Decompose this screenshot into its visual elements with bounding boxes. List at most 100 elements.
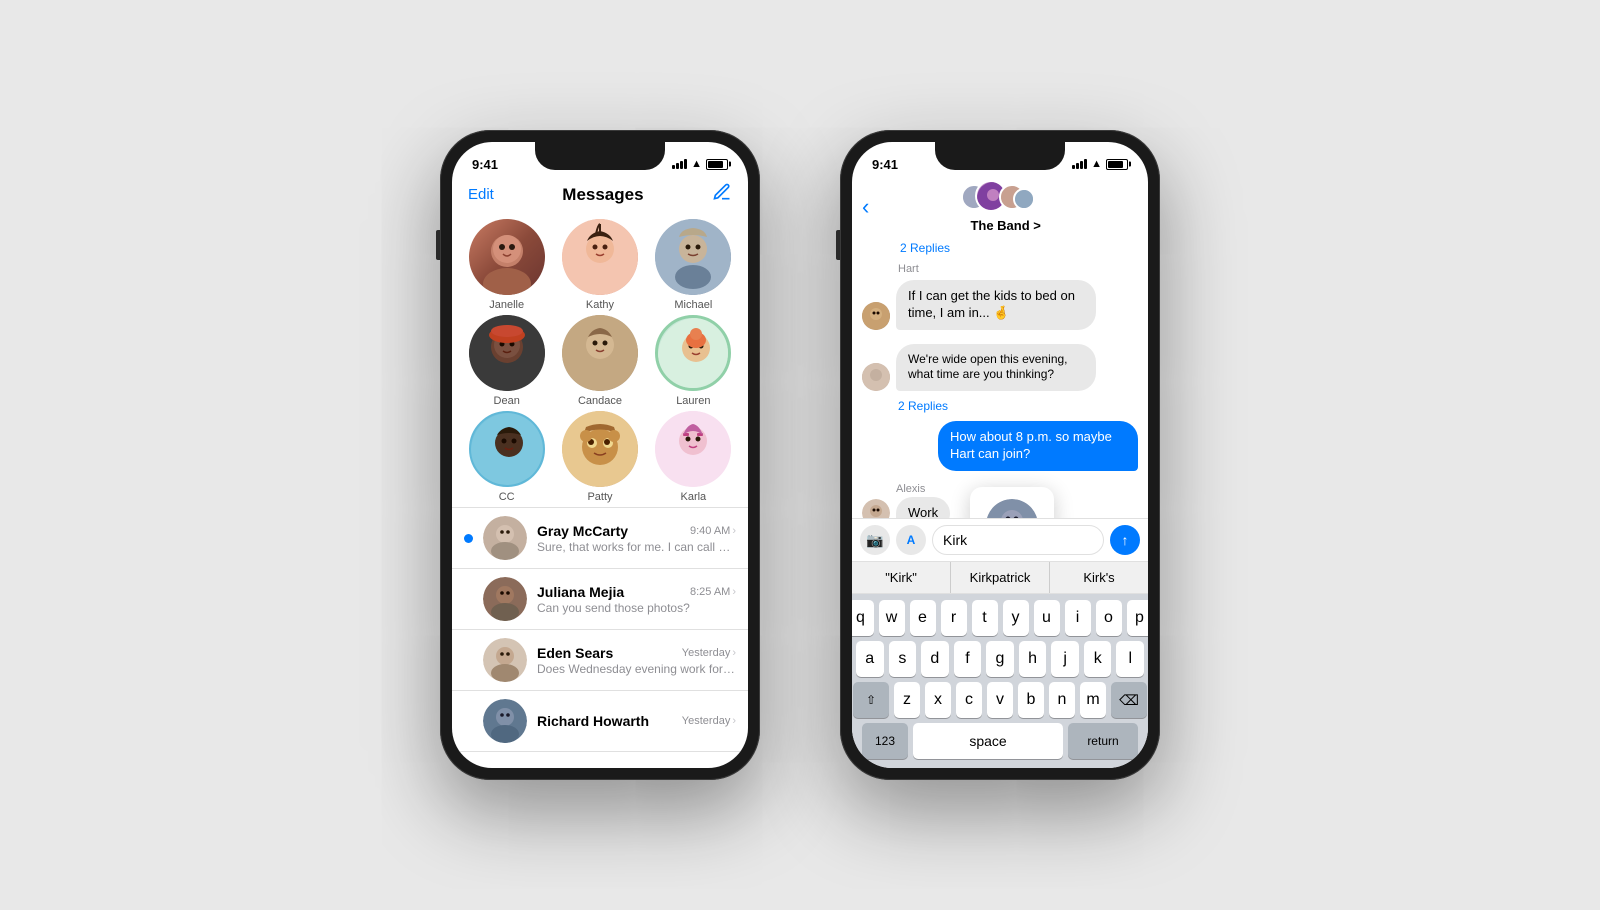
- key-n[interactable]: n: [1049, 682, 1075, 718]
- space-key[interactable]: space: [913, 723, 1063, 759]
- message-item-eden[interactable]: Eden Sears Yesterday › Does Wednesday ev…: [452, 630, 748, 691]
- autocomplete-kirks[interactable]: Kirk's: [1050, 562, 1148, 593]
- message-input[interactable]: Kirk: [932, 525, 1104, 555]
- notch: [535, 142, 665, 170]
- key-t[interactable]: t: [972, 600, 998, 636]
- message-item-gray[interactable]: Gray McCarty 9:40 AM › Sure, that works …: [452, 508, 748, 569]
- contacts-grid: Janelle Ka: [452, 215, 748, 507]
- key-g[interactable]: g: [986, 641, 1014, 677]
- replies-indicator-1[interactable]: 2 Replies: [862, 241, 1138, 255]
- return-key[interactable]: return: [1068, 723, 1138, 759]
- messages-title: Messages: [562, 185, 643, 205]
- key-o[interactable]: o: [1096, 600, 1122, 636]
- contact-label-dean: Dean: [494, 395, 520, 407]
- status-time-1: 9:41: [472, 157, 498, 172]
- key-a[interactable]: a: [856, 641, 884, 677]
- contact-label-candace: Candace: [578, 395, 622, 407]
- avatar-unknown: [862, 363, 890, 391]
- contact-label-lauren: Lauren: [676, 395, 710, 407]
- avatar-dean: [469, 315, 545, 391]
- contact-dean[interactable]: Dean: [462, 315, 551, 407]
- avatar-patty: [562, 411, 638, 487]
- key-d[interactable]: d: [921, 641, 949, 677]
- chat-row-hart: If I can get the kids to bed on time, I …: [862, 280, 1138, 330]
- msg-preview-juliana: Can you send those photos?: [537, 601, 736, 615]
- contact-janelle[interactable]: Janelle: [462, 219, 551, 311]
- phone-chat: 9:41 ▲ ‹: [840, 130, 1160, 780]
- key-v[interactable]: v: [987, 682, 1013, 718]
- msg-content-eden: Eden Sears Yesterday › Does Wednesday ev…: [537, 645, 736, 676]
- msg-name-eden: Eden Sears: [537, 645, 613, 661]
- key-p[interactable]: p: [1127, 600, 1149, 636]
- contact-karla[interactable]: Karla: [649, 411, 738, 503]
- key-r[interactable]: r: [941, 600, 967, 636]
- key-m[interactable]: m: [1080, 682, 1106, 718]
- key-b[interactable]: b: [1018, 682, 1044, 718]
- key-s[interactable]: s: [889, 641, 917, 677]
- wifi-icon-1: ▲: [691, 158, 702, 170]
- key-z[interactable]: z: [894, 682, 920, 718]
- key-w[interactable]: w: [879, 600, 905, 636]
- appstore-button[interactable]: A: [896, 525, 926, 555]
- key-y[interactable]: y: [1003, 600, 1029, 636]
- key-h[interactable]: h: [1019, 641, 1047, 677]
- num-key[interactable]: 123: [862, 723, 908, 759]
- avatar-kirk-popup: [986, 499, 1038, 518]
- avatar-michael: [655, 219, 731, 295]
- keyboard: q w e r t y u i o p a s d f g: [852, 594, 1148, 768]
- send-button[interactable]: ↑: [1110, 525, 1140, 555]
- contact-lauren[interactable]: Lauren: [649, 315, 738, 407]
- avatar-eden: [483, 638, 527, 682]
- phones-container: 9:41 ▲ Edit Messages: [440, 130, 1160, 780]
- bubble-outgoing: How about 8 p.m. so maybe Hart can join?: [938, 421, 1138, 471]
- group-av-4: [1013, 188, 1035, 210]
- input-bar: 📷 A Kirk ↑: [852, 518, 1148, 561]
- phone-messages-list: 9:41 ▲ Edit Messages: [440, 130, 760, 780]
- msg-time-gray: 9:40 AM ›: [690, 525, 736, 537]
- message-item-richard[interactable]: Richard Howarth Yesterday ›: [452, 691, 748, 752]
- msg-content-gray: Gray McCarty 9:40 AM › Sure, that works …: [537, 523, 736, 554]
- avatar-janelle: [469, 219, 545, 295]
- msg-name-juliana: Juliana Mejia: [537, 584, 624, 600]
- edit-button[interactable]: Edit: [468, 186, 494, 203]
- kb-row-4: 123 space return: [856, 723, 1144, 759]
- contact-label-karla: Karla: [680, 491, 706, 503]
- msg-time-richard: Yesterday ›: [682, 715, 736, 727]
- group-info[interactable]: The Band >: [873, 180, 1138, 233]
- delete-key[interactable]: ⌫: [1111, 682, 1147, 718]
- autocomplete-kirkpatrick[interactable]: Kirkpatrick: [951, 562, 1050, 593]
- key-x[interactable]: x: [925, 682, 951, 718]
- contact-kathy[interactable]: Kathy: [555, 219, 644, 311]
- kb-row-2: a s d f g h j k l: [856, 641, 1144, 677]
- contact-patty[interactable]: Patty: [555, 411, 644, 503]
- kirk-popup[interactable]: Kirk: [970, 487, 1054, 518]
- shift-key[interactable]: ⇧: [853, 682, 889, 718]
- key-k[interactable]: k: [1084, 641, 1112, 677]
- avatar-lauren: [655, 315, 731, 391]
- signal-bars-2: [1072, 159, 1087, 169]
- bubble-small: We're wide open this evening, what time …: [896, 344, 1096, 391]
- msg-name-richard: Richard Howarth: [537, 713, 649, 729]
- key-l[interactable]: l: [1116, 641, 1144, 677]
- replies-indicator-2[interactable]: 2 Replies: [862, 399, 1138, 413]
- autocomplete-kirk-quoted[interactable]: "Kirk": [852, 562, 951, 593]
- key-u[interactable]: u: [1034, 600, 1060, 636]
- contact-candace[interactable]: Candace: [555, 315, 644, 407]
- contact-cc[interactable]: CC: [462, 411, 551, 503]
- key-j[interactable]: j: [1051, 641, 1079, 677]
- key-i[interactable]: i: [1065, 600, 1091, 636]
- contact-label-michael: Michael: [674, 299, 712, 311]
- key-q[interactable]: q: [852, 600, 874, 636]
- camera-button[interactable]: 📷: [860, 525, 890, 555]
- chat-messages-area: 2 Replies Hart If I can get the kids to …: [852, 237, 1148, 518]
- key-f[interactable]: f: [954, 641, 982, 677]
- contact-michael[interactable]: Michael: [649, 219, 738, 311]
- compose-button[interactable]: [712, 182, 732, 207]
- message-item-juliana[interactable]: Juliana Mejia 8:25 AM › Can you send tho…: [452, 569, 748, 630]
- group-name[interactable]: The Band >: [970, 218, 1040, 233]
- back-button[interactable]: ‹: [862, 194, 869, 220]
- kb-row-3: ⇧ z x c v b n m ⌫: [856, 682, 1144, 718]
- key-e[interactable]: e: [910, 600, 936, 636]
- status-time-2: 9:41: [872, 157, 898, 172]
- key-c[interactable]: c: [956, 682, 982, 718]
